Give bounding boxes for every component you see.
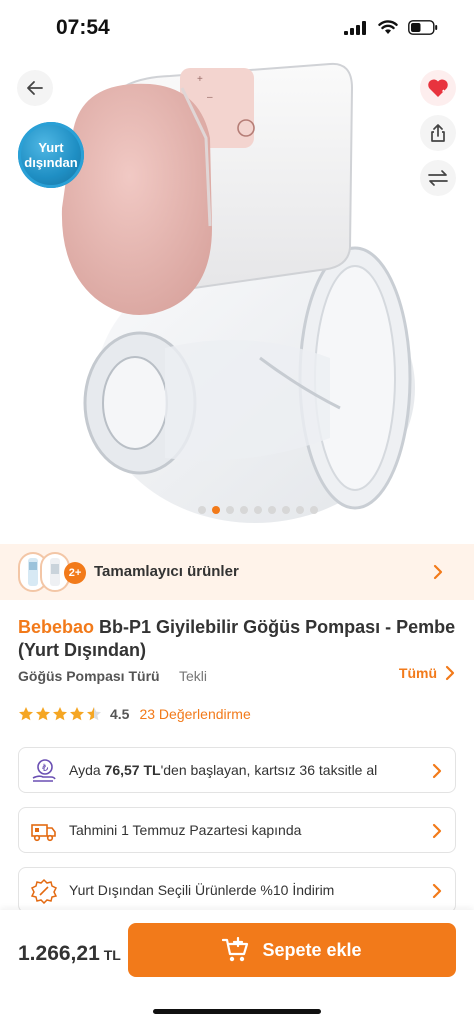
complementary-thumbnails: 2+ xyxy=(18,552,88,592)
price-currency: TL xyxy=(103,947,121,963)
back-arrow-icon xyxy=(27,81,43,95)
status-bar: 07:54 xyxy=(0,0,474,58)
star-icon xyxy=(53,707,67,721)
share-icon xyxy=(431,124,445,142)
heart-icon xyxy=(428,79,448,97)
share-button[interactable] xyxy=(420,115,456,151)
more-count-badge: 2+ xyxy=(64,562,86,584)
rating-stars xyxy=(18,706,102,722)
variant-value: Tekli xyxy=(179,668,208,684)
all-variants-link[interactable]: Tümü xyxy=(399,665,456,681)
status-time: 07:54 xyxy=(56,16,110,39)
delivery-card[interactable]: Tahmini 1 Temmuz Pazartesi kapında xyxy=(18,807,456,853)
add-to-cart-button[interactable]: Sepete ekle xyxy=(128,923,456,977)
product-title: Bebebao Bb-P1 Giyilebilir Göğüs Pompası … xyxy=(18,616,458,662)
favorite-button[interactable] xyxy=(420,70,456,106)
image-pager[interactable] xyxy=(198,506,318,514)
bottom-purchase-bar: 1.266,21 TL Sepete ekle xyxy=(0,910,474,1024)
installment-amount: 76,57 TL xyxy=(104,762,161,778)
variant-row: Göğüs Pompası Türü Tekli Tümü xyxy=(18,665,458,688)
complementary-products-banner[interactable]: 2+ Tamamlayıcı ürünler xyxy=(0,544,474,600)
installment-suffix: 'den başlayan, kartsız 36 taksitle al xyxy=(160,762,378,778)
star-icon xyxy=(70,707,84,721)
star-icon xyxy=(19,707,33,721)
delivery-truck-icon xyxy=(31,824,56,842)
discount-text: Yurt Dışından Seçili Ürünlerde %10 İndir… xyxy=(69,882,335,898)
home-indicator xyxy=(153,1009,321,1014)
all-variants-label: Tümü xyxy=(398,665,437,681)
chevron-right-icon xyxy=(432,883,442,899)
overseas-badge-line2: dışından xyxy=(24,155,78,170)
discount-icon xyxy=(31,878,57,904)
chevron-right-icon xyxy=(445,665,455,681)
star-icon xyxy=(36,707,50,721)
pager-dot[interactable] xyxy=(282,506,290,514)
star-icon xyxy=(87,707,101,721)
pager-dot[interactable] xyxy=(198,506,206,514)
installment-text: Ayda 76,57 TL'den başlayan, kartsız 36 t… xyxy=(69,762,377,778)
cellular-signal-icon xyxy=(344,20,366,35)
complementary-products-label: Tamamlayıcı ürünler xyxy=(94,563,239,580)
chevron-right-icon xyxy=(432,763,442,779)
pager-dot[interactable] xyxy=(310,506,318,514)
add-to-cart-icon xyxy=(222,937,249,962)
svg-text:+: + xyxy=(197,74,203,85)
battery-icon xyxy=(408,20,438,35)
chevron-right-icon xyxy=(433,564,443,580)
status-icons xyxy=(344,20,438,35)
pager-dot[interactable] xyxy=(226,506,234,514)
compare-button[interactable] xyxy=(420,160,456,196)
product-image-gallery[interactable]: + – Yurt dışından xyxy=(0,58,474,544)
review-count-link[interactable]: 23 Değerlendirme xyxy=(139,706,250,722)
pager-dot[interactable] xyxy=(268,506,276,514)
installment-card[interactable]: ₺ Ayda 76,57 TL'den başlayan, kartsız 36… xyxy=(18,747,456,793)
variant-label: Göğüs Pompası Türü xyxy=(18,668,160,684)
pager-dot-active[interactable] xyxy=(212,506,220,514)
overseas-badge: Yurt dışından xyxy=(18,122,84,188)
discount-card[interactable]: Yurt Dışından Seçili Ürünlerde %10 İndir… xyxy=(18,867,456,913)
rating-row[interactable]: 4.5 23 Değerlendirme xyxy=(18,704,251,724)
chevron-right-icon xyxy=(432,823,442,839)
add-to-cart-label: Sepete ekle xyxy=(262,939,362,960)
pager-dot[interactable] xyxy=(240,506,248,514)
svg-text:₺: ₺ xyxy=(42,763,49,774)
wifi-icon xyxy=(378,20,398,34)
price-value: 1.266,21 xyxy=(18,942,100,965)
pager-dot[interactable] xyxy=(254,506,262,514)
overseas-badge-line1: Yurt xyxy=(38,140,64,155)
back-button[interactable] xyxy=(17,70,53,106)
svg-text:–: – xyxy=(207,92,213,103)
delivery-text: Tahmini 1 Temmuz Pazartesi kapında xyxy=(69,822,302,838)
installment-prefix: Ayda xyxy=(69,762,105,778)
rating-value: 4.5 xyxy=(110,706,130,722)
installment-icon: ₺ xyxy=(32,759,56,782)
compare-icon xyxy=(428,170,448,186)
pager-dot[interactable] xyxy=(296,506,304,514)
price: 1.266,21 TL xyxy=(18,942,121,966)
brand-link[interactable]: Bebebao xyxy=(18,617,94,637)
